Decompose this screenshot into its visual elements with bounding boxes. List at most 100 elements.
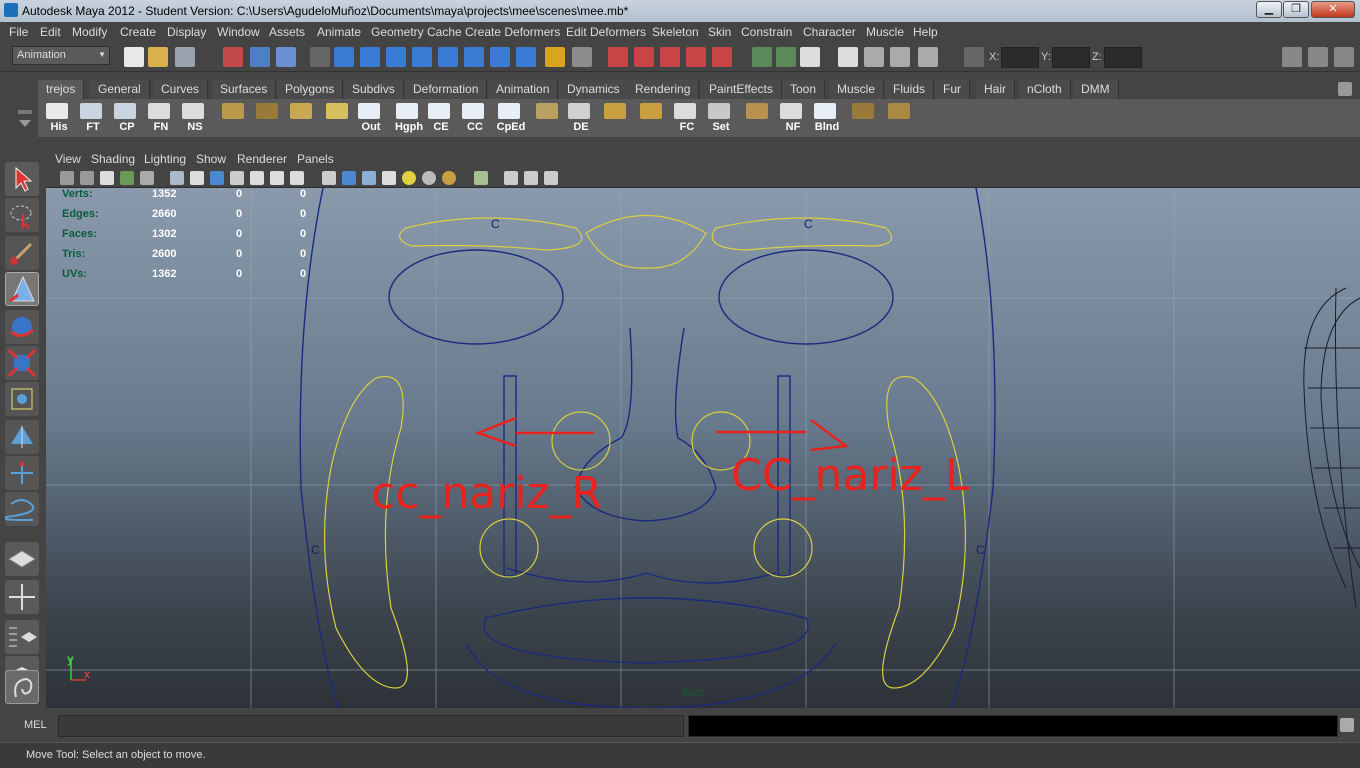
tab-toon[interactable]: Toon — [782, 80, 826, 99]
select-tool-icon[interactable] — [5, 162, 39, 196]
menu-window[interactable]: Window — [217, 25, 260, 39]
panel-menu-show[interactable]: Show — [196, 152, 226, 166]
menu-animate[interactable]: Animate — [317, 25, 361, 39]
menu-display[interactable]: Display — [167, 25, 206, 39]
tab-surfaces[interactable]: Surfaces — [212, 80, 277, 99]
shelf-button-fc[interactable]: FC — [670, 101, 702, 135]
lasso-tool-icon[interactable] — [5, 198, 39, 232]
tab-subdivs[interactable]: Subdivs — [344, 80, 404, 99]
select-object-icon[interactable] — [250, 47, 270, 67]
select-camera-icon[interactable] — [60, 171, 74, 185]
shelf-button-fn[interactable]: FN — [144, 101, 176, 135]
menu-skin[interactable]: Skin — [708, 25, 731, 39]
open-scene-icon[interactable] — [148, 47, 168, 67]
field-chart-icon[interactable] — [250, 171, 264, 185]
new-scene-icon[interactable] — [124, 47, 144, 67]
rename-icon[interactable] — [776, 47, 796, 67]
shelf-button-tool-1[interactable] — [218, 101, 250, 135]
shelf-button-tool-2[interactable] — [252, 101, 284, 135]
menu-character[interactable]: Character — [803, 25, 856, 39]
resolution-gate-icon[interactable] — [210, 171, 224, 185]
menu-muscle[interactable]: Muscle — [866, 25, 904, 39]
move-tool-icon[interactable] — [5, 272, 39, 306]
render-settings-icon[interactable] — [660, 47, 680, 67]
soft-mod-tool-icon[interactable] — [5, 420, 39, 454]
attribute-editor-icon[interactable] — [800, 47, 820, 67]
channel-box-icon[interactable] — [864, 47, 884, 67]
tab-fluids[interactable]: Fluids — [885, 80, 935, 99]
shelf-button-tool-7[interactable] — [636, 101, 668, 135]
outliner-icon[interactable] — [918, 47, 938, 67]
close-button[interactable]: ✕ — [1311, 1, 1355, 18]
maximize-button[interactable]: ❐ — [1283, 1, 1309, 18]
wireframe-on-shaded-icon[interactable] — [362, 171, 376, 185]
four-pane-layout-icon[interactable] — [5, 580, 39, 614]
menu-constrain[interactable]: Constrain — [741, 25, 792, 39]
render-icon[interactable] — [608, 47, 628, 67]
film-gate-icon[interactable] — [190, 171, 204, 185]
script-editor-icon[interactable] — [1340, 718, 1354, 732]
menu-edit-deformers[interactable]: Edit Deformers — [566, 25, 646, 39]
shelf-button-tool-4[interactable] — [322, 101, 354, 135]
curve-tool-icon[interactable] — [2, 492, 39, 526]
manipulator-tool-icon[interactable] — [5, 382, 39, 416]
safe-title-icon[interactable] — [290, 171, 304, 185]
textured-icon[interactable] — [382, 171, 396, 185]
paint-select-tool-icon[interactable] — [5, 236, 39, 270]
shelf-button-his[interactable]: His — [42, 101, 74, 135]
custom-layout-icon[interactable] — [5, 670, 39, 704]
gate-mask-icon[interactable] — [230, 171, 244, 185]
help-query-icon[interactable] — [516, 47, 536, 67]
shelf-button-ce[interactable]: CE — [424, 101, 456, 135]
menu-set-dropdown[interactable]: Animation — [12, 46, 110, 65]
menu-edit[interactable]: Edit — [40, 25, 61, 39]
shelf-button-blnd[interactable]: Blnd — [810, 101, 842, 135]
tab-animation[interactable]: Animation — [488, 80, 559, 99]
menu-geometry-cache[interactable]: Geometry Cache — [371, 25, 462, 39]
smooth-shade-icon[interactable] — [342, 171, 356, 185]
minimize-button[interactable]: ▁ — [1256, 1, 1282, 18]
grid-toggle-icon[interactable] — [170, 171, 184, 185]
shelf-button-cc[interactable]: CC — [458, 101, 490, 135]
safe-action-icon[interactable] — [270, 171, 284, 185]
z-field[interactable] — [1104, 47, 1142, 68]
camera-attributes-icon[interactable] — [80, 171, 94, 185]
snap-icon[interactable] — [464, 47, 484, 67]
construction-history-icon[interactable] — [572, 47, 592, 67]
tab-muscle[interactable]: Muscle — [829, 80, 885, 99]
menu-file[interactable]: File — [9, 25, 28, 39]
layer-editor-icon[interactable] — [890, 47, 910, 67]
select-component-icon[interactable] — [276, 47, 296, 67]
snap-view-plane-icon[interactable] — [412, 47, 432, 67]
x-field[interactable] — [1001, 47, 1039, 68]
hypershade-icon[interactable] — [686, 47, 706, 67]
ipr-render-icon[interactable] — [634, 47, 654, 67]
select-hierarchy-icon[interactable] — [223, 47, 243, 67]
input-line-icon[interactable] — [752, 47, 772, 67]
shadows-icon[interactable] — [442, 171, 456, 185]
shelf-button-tool-3[interactable] — [286, 101, 318, 135]
shelf-button-out[interactable]: Out — [354, 101, 386, 135]
panel-menu-shading[interactable]: Shading — [91, 152, 135, 166]
panel-layout-icon[interactable] — [1282, 47, 1302, 67]
mel-input[interactable] — [58, 715, 684, 737]
outliner-layout-icon[interactable] — [5, 620, 39, 654]
shelf-button-ft[interactable]: FT — [76, 101, 108, 135]
tool-settings-icon[interactable] — [838, 47, 858, 67]
tab-curves[interactable]: Curves — [153, 80, 209, 99]
shelf-button-hgph[interactable]: Hgph — [392, 101, 424, 135]
rotate-tool-icon[interactable] — [5, 310, 39, 344]
shelf-button-cp[interactable]: CP — [110, 101, 142, 135]
tab-deformation[interactable]: Deformation — [405, 80, 488, 99]
image-plane-icon[interactable] — [120, 171, 134, 185]
xray-joints-icon[interactable] — [524, 171, 538, 185]
snap-grid-icon[interactable] — [334, 47, 354, 67]
tab-painteffects[interactable]: PaintEffects — [701, 80, 782, 99]
lights-icon[interactable] — [422, 171, 436, 185]
menu-help[interactable]: Help — [913, 25, 938, 39]
shelf-button-tool-8[interactable] — [742, 101, 774, 135]
tab-hair[interactable]: Hair — [976, 80, 1016, 99]
shelf-button-set[interactable]: Set — [704, 101, 736, 135]
bookmarks-icon[interactable] — [100, 171, 114, 185]
shelf-button-nf[interactable]: NF — [776, 101, 808, 135]
